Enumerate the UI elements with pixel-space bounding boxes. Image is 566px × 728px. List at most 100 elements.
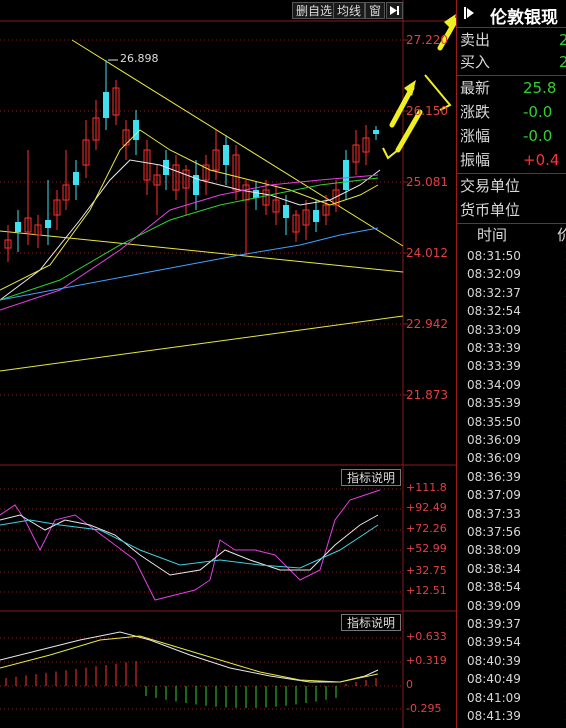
instrument-title: 伦敦银现: [490, 8, 558, 28]
ind1-line-1: [0, 489, 381, 601]
tick-row: 08:35:3925: [467, 394, 566, 412]
tick-time: 08:38:34: [467, 561, 521, 576]
quote-panel: 伦敦银现 卖出 2 买入 2 最新 25.8 涨跌 -0.0 涨幅 -0.0 振…: [456, 0, 566, 728]
ind1-y-label-6: +12.51: [406, 584, 447, 597]
indicator2-help-button[interactable]: 指标说明: [341, 614, 402, 631]
tick-row: 08:31:5025: [467, 247, 566, 265]
tick-time: 08:32:09: [467, 267, 521, 282]
tick-time: 08:32:37: [467, 285, 521, 300]
tick-time: 08:38:54: [467, 580, 521, 595]
y-label-5: 22.942: [406, 317, 448, 331]
quote-row-ask: 卖出 2: [460, 31, 566, 49]
tick-row: 08:34:0925: [467, 376, 566, 394]
tick-time: 08:37:09: [467, 488, 521, 503]
candle-body: [313, 210, 319, 222]
tick-row: 08:39:0925: [467, 597, 566, 615]
quote-row-change-pct: 涨幅 -0.0: [460, 127, 553, 145]
tick-row: 08:37:3325: [467, 505, 566, 523]
ind2-y-label-2: +0.319: [406, 654, 447, 667]
tick-row: 08:32:0925: [467, 265, 566, 283]
ind1-line-3: [0, 519, 379, 569]
y-label-2: 26.150: [406, 104, 448, 118]
tick-time: 08:35:39: [467, 396, 521, 411]
tick-time: 08:40:49: [467, 672, 521, 687]
candle-body: [253, 190, 259, 198]
candle-body: [133, 120, 139, 140]
quote-row-change: 涨跌 -0.0: [460, 103, 553, 121]
quote-row-amplitude: 振幅 +0.4: [460, 151, 560, 169]
y-label-3: 25.081: [406, 175, 448, 189]
tick-time: 08:36:39: [467, 469, 521, 484]
y-label-4: 24.012: [406, 246, 448, 260]
tick-row: 08:36:0925: [467, 449, 566, 467]
candle-body: [15, 222, 21, 232]
tick-time: 08:34:09: [467, 377, 521, 392]
tick-row: 08:41:0925: [467, 689, 566, 707]
quote-row-bid: 买入 2: [460, 53, 566, 71]
tick-row: 08:37:5625: [467, 523, 566, 541]
moving-average-button[interactable]: 均线: [333, 2, 366, 19]
tick-time: 08:39:54: [467, 635, 521, 650]
tick-row: 08:39:3725: [467, 615, 566, 633]
tick-time: 08:38:09: [467, 543, 521, 558]
pin-icon[interactable]: [462, 5, 476, 25]
tick-time: 08:41:09: [467, 690, 521, 705]
y-label-1: 27.220: [406, 33, 448, 47]
tick-time: 08:33:39: [467, 359, 521, 374]
candle-body: [343, 160, 349, 190]
tick-row: 08:36:0925: [467, 431, 566, 449]
peak-price-label: 26.898: [120, 52, 159, 65]
tick-row: 08:40:4925: [467, 670, 566, 688]
tick-row: 08:38:5425: [467, 578, 566, 596]
ind2-y-label-4: -0.295: [406, 702, 442, 715]
window-button[interactable]: 窗: [365, 2, 386, 19]
tick-row: 08:39:5425: [467, 633, 566, 651]
tick-time: 08:37:56: [467, 525, 521, 539]
quote-row-last: 最新 25.8: [460, 79, 557, 97]
tick-row: 08:33:3925: [467, 357, 566, 375]
tick-row: 08:41:3925: [467, 707, 566, 725]
tick-time: 08:39:09: [467, 598, 521, 613]
candle-body: [45, 220, 51, 228]
indicator1-help-button[interactable]: 指标说明: [341, 469, 402, 486]
tick-row: 08:33:3925: [467, 339, 566, 357]
ind2-y-label-1: +0.633: [406, 630, 447, 643]
tick-row: 08:32:5425: [467, 302, 566, 320]
tick-time: 08:37:33: [467, 506, 521, 521]
candle-body: [73, 172, 79, 185]
ind1-y-label-3: +72.26: [406, 522, 447, 535]
currency-unit-row: 货币单位: [460, 201, 521, 219]
macd-dif: [0, 631, 379, 683]
tick-time: 08:32:54: [467, 304, 521, 319]
ind1-y-label-5: +32.75: [406, 564, 447, 577]
collapse-panel-icon[interactable]: [386, 2, 403, 19]
tick-time: 08:33:09: [467, 322, 521, 337]
tick-time: 08:35:50: [467, 414, 521, 429]
tick-row: 08:38:0925: [467, 541, 566, 559]
ind1-y-label-1: +111.8: [406, 481, 447, 494]
tick-row: 08:33:0925: [467, 321, 566, 339]
ind2-y-label-3: 0: [406, 678, 413, 691]
tick-row: 08:36:3925: [467, 468, 566, 486]
candle-body: [223, 145, 229, 165]
candle-body: [283, 205, 289, 218]
tick-time: 08:39:37: [467, 617, 521, 631]
tick-time: 08:33:39: [467, 341, 521, 355]
tick-table-header: 时间 价: [477, 226, 566, 244]
tick-time: 08:41:39: [467, 709, 521, 723]
trendline-down: [71, 39, 404, 247]
trendline-flat: [0, 230, 404, 273]
trade-unit-row: 交易单位: [460, 177, 521, 195]
delete-favorite-button[interactable]: 删自选: [292, 2, 337, 19]
tick-row: 08:32:3725: [467, 284, 566, 302]
y-label-6: 21.873: [406, 388, 448, 402]
tick-row: 08:38:3425: [467, 560, 566, 578]
tick-row: 08:40:3925: [467, 652, 566, 670]
ind1-y-label-4: +52.99: [406, 542, 447, 555]
tick-time: 08:40:39: [467, 653, 521, 668]
tick-time: 08:31:50: [467, 249, 521, 263]
tick-time: 08:36:09: [467, 451, 521, 466]
tick-time: 08:36:09: [467, 433, 521, 447]
macd-dea: [0, 635, 379, 683]
tick-row: 08:37:0925: [467, 486, 566, 504]
